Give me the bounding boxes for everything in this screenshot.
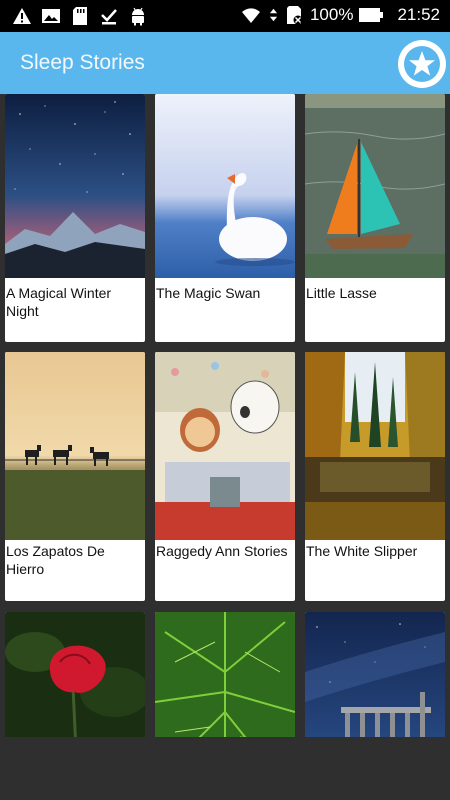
alert-icon <box>13 8 31 24</box>
story-thumbnail <box>5 94 145 278</box>
battery-icon <box>359 8 384 22</box>
story-thumbnail <box>305 612 445 737</box>
story-title: A Magical Winter Night <box>6 285 112 319</box>
download-done-icon <box>101 9 117 25</box>
favorite-button[interactable] <box>398 40 446 88</box>
story-card[interactable]: The White Slipper <box>305 352 445 601</box>
stories-grid: A Magical Winter Night The Magic Swan Li… <box>0 94 450 737</box>
wifi-icon <box>241 8 260 23</box>
story-title: The Magic Swan <box>156 285 261 301</box>
story-title: Los Zapatos De Hierro <box>6 543 105 577</box>
bottom-area <box>0 737 450 800</box>
story-card[interactable]: A Magical Winter Night <box>5 94 145 342</box>
story-title: Little Lasse <box>306 285 377 301</box>
app-bar: Sleep Stories <box>0 32 450 94</box>
story-card[interactable]: The Magic Swan <box>155 94 295 342</box>
story-thumbnail <box>305 352 445 540</box>
story-card[interactable] <box>155 612 295 737</box>
story-thumbnail <box>305 94 445 278</box>
story-title: Raggedy Ann Stories <box>156 543 288 559</box>
story-card[interactable]: Little Lasse <box>305 94 445 342</box>
story-thumbnail <box>5 612 145 737</box>
story-card[interactable]: Los Zapatos De Hierro <box>5 352 145 601</box>
app-title: Sleep Stories <box>20 51 145 74</box>
sim-no-icon <box>286 6 303 25</box>
battery-percent: 100% <box>309 5 354 24</box>
story-thumbnail <box>155 612 295 737</box>
story-card[interactable] <box>305 612 445 737</box>
story-thumbnail <box>155 352 295 540</box>
story-thumbnail <box>5 352 145 540</box>
data-arrows-icon <box>269 8 278 22</box>
star-icon <box>404 46 440 82</box>
android-icon <box>132 7 144 26</box>
image-icon <box>42 9 60 23</box>
story-thumbnail <box>155 94 295 278</box>
story-card[interactable] <box>5 612 145 737</box>
sd-card-icon <box>73 7 87 25</box>
story-card[interactable]: Raggedy Ann Stories <box>155 352 295 601</box>
clock: 21:52 <box>397 5 440 24</box>
status-bar: 100% 21:52 <box>0 0 450 32</box>
story-title: The White Slipper <box>306 543 418 559</box>
